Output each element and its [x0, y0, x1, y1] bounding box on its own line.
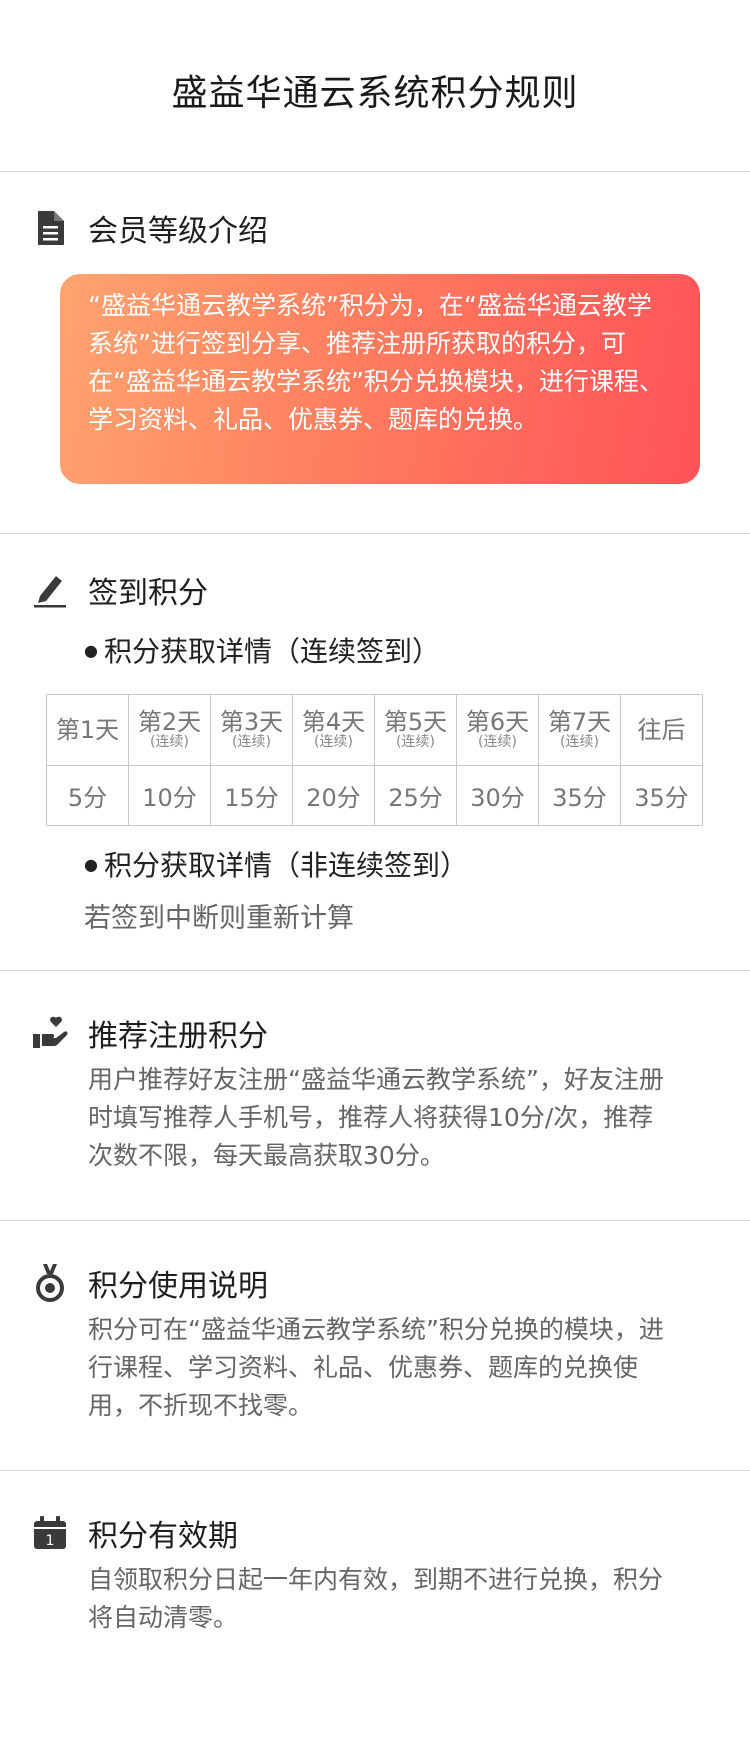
- day-sublabel: (连续): [478, 734, 517, 750]
- table-row-days: 第1天 第2天 (连续) 第3天 (连续) 第4天 (连续) 第5天 (连续) 第6天 (连续) 第7…: [46, 694, 703, 766]
- day-label: 第3天: [219, 708, 284, 736]
- usage-title: 积分使用说明: [88, 1269, 268, 1304]
- table-cell-day: 往后: [620, 694, 703, 766]
- day-sublabel: (连续): [314, 734, 353, 750]
- pencil-icon: [32, 572, 68, 608]
- signin-section: 签到积分 积分获取详情（连续签到） 第1天第2天(连续)第3天(连续)第4天(连…: [0, 534, 750, 971]
- signin-points-table: 第1天 第2天 (连续) 第3天 (连续) 第4天 (连续) 第5天 (连续) 第6天 (连续) 第7…: [46, 694, 703, 826]
- day-label: 第1天: [55, 716, 120, 744]
- day-sublabel: (连续): [232, 734, 271, 750]
- table-cell-points: 25分: [374, 765, 457, 826]
- table-cell-day: 第3天 (连续): [210, 694, 293, 766]
- day-label: 第2天: [137, 708, 202, 736]
- document-icon: [32, 210, 68, 246]
- recommend-text: 用户推荐好友注册“盛益华通云教学系统”，好友注册时填写推荐人手机号，推荐人将获得…: [88, 1065, 664, 1170]
- table-cell-day: 第1天: [46, 694, 129, 766]
- consecutive-label: 积分获取详情（连续签到）: [84, 630, 440, 670]
- calendar-icon: 1: [32, 1515, 68, 1551]
- day-sublabel: (连续): [150, 734, 189, 750]
- table-cell-day: 第5天 (连续): [374, 694, 457, 766]
- hand-heart-icon: [32, 1015, 68, 1051]
- nonconsecutive-note: 若签到中断则重新计算: [84, 903, 354, 934]
- usage-title-row: 积分使用说明: [32, 1261, 268, 1305]
- calendar-day: 1: [46, 1533, 55, 1549]
- table-cell-day: 第4天 (连续): [292, 694, 375, 766]
- recommend-title: 推荐注册积分: [88, 1019, 268, 1054]
- day-sublabel: (连续): [396, 734, 435, 750]
- signin-title: 签到积分: [88, 576, 208, 611]
- page-title: 盛益华通云系统积分规则: [171, 72, 579, 114]
- recommend-title-row: 推荐注册积分: [32, 1011, 268, 1055]
- table-cell-points: 35分: [620, 765, 703, 826]
- day-label: 第6天: [465, 708, 530, 736]
- table-cell-day: 第6天 (连续): [456, 694, 539, 766]
- day-label: 第4天: [301, 708, 366, 736]
- table-cell-points: 30分: [456, 765, 539, 826]
- table-cell-points: 35分: [538, 765, 621, 826]
- member-section: 会员等级介绍 “盛益华通云教学系统”积分为，在“盛益华通云教学系统”进行签到分享…: [0, 172, 750, 534]
- nonconsecutive-label: 积分获取详情（非连续签到）: [84, 844, 468, 884]
- recommend-section: 推荐注册积分 用户推荐好友注册“盛益华通云教学系统”，好友注册时填写推荐人手机号…: [0, 971, 750, 1221]
- signin-title-row: 签到积分: [32, 568, 208, 612]
- day-label: 第7天: [547, 708, 612, 736]
- table-cell-day: 第7天 (连续): [538, 694, 621, 766]
- table-cell-day: 第2天 (连续): [128, 694, 211, 766]
- table-row-points: 5分 10分 15分 20分 25分 30分 35分 35分: [46, 765, 703, 826]
- validity-title-row: 1 积分有效期: [32, 1511, 238, 1555]
- day-sublabel: (连续): [560, 734, 599, 750]
- member-title: 会员等级介绍: [88, 214, 268, 249]
- day-label: 往后: [637, 716, 686, 744]
- table-cell-points: 20分: [292, 765, 375, 826]
- validity-title: 积分有效期: [88, 1519, 238, 1554]
- page-header: 盛益华通云系统积分规则: [0, 0, 750, 172]
- usage-section: 积分使用说明 积分可在“盛益华通云教学系统”积分兑换的模块，进行课程、学习资料、…: [0, 1221, 750, 1471]
- medal-icon: [32, 1264, 68, 1302]
- table-cell-points: 15分: [210, 765, 293, 826]
- day-label: 第5天: [383, 708, 448, 736]
- table-cell-points: 5分: [46, 765, 129, 826]
- table-cell-points: 10分: [128, 765, 211, 826]
- member-intro-card: “盛益华通云教学系统”积分为，在“盛益华通云教学系统”进行签到分享、推荐注册所获…: [60, 274, 700, 484]
- usage-text: 积分可在“盛益华通云教学系统”积分兑换的模块，进行课程、学习资料、礼品、优惠券、…: [88, 1315, 664, 1420]
- member-title-row: 会员等级介绍: [32, 206, 268, 250]
- validity-section: 1 积分有效期 自领取积分日起一年内有效，到期不进行兑换，积分将自动清零。: [0, 1471, 750, 1750]
- validity-text: 自领取积分日起一年内有效，到期不进行兑换，积分将自动清零。: [88, 1565, 664, 1632]
